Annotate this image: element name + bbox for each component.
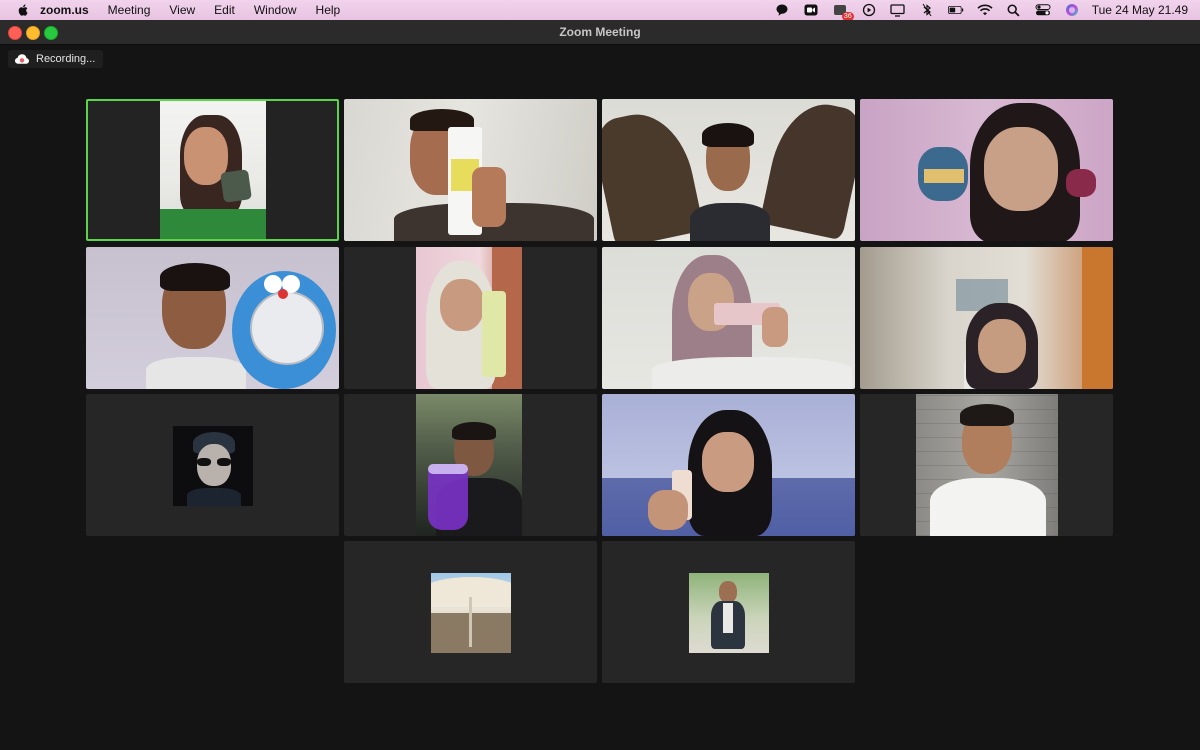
recording-label: Recording...	[36, 53, 96, 65]
menu-view[interactable]: View	[169, 0, 195, 20]
menu-bar-clock[interactable]: Tue 24 May 21.49	[1092, 3, 1188, 17]
menu-help[interactable]: Help	[316, 0, 341, 20]
window-title: Zoom Meeting	[559, 25, 641, 39]
participant-tile-14[interactable]	[602, 541, 855, 683]
display-icon[interactable]	[890, 3, 906, 17]
participant-tile-13[interactable]	[344, 541, 597, 683]
play-circle-icon[interactable]	[861, 3, 877, 17]
participant-tile-10[interactable]	[344, 394, 597, 536]
control-center-icon[interactable]	[1035, 3, 1051, 17]
participant-tile-9[interactable]	[86, 394, 339, 536]
participant-tile-4[interactable]	[860, 99, 1113, 241]
participant-video	[416, 247, 522, 389]
participant-tile-2[interactable]	[344, 99, 597, 241]
zoom-video-status-icon[interactable]	[803, 3, 819, 17]
participant-profile-picture	[431, 573, 511, 653]
participant-video	[86, 247, 339, 389]
menu-bar: zoom.us Meeting View Edit Window Help 36	[0, 0, 1200, 21]
siri-icon[interactable]	[1064, 3, 1080, 17]
notification-badge-icon[interactable]: 36	[832, 3, 854, 21]
battery-icon[interactable]	[947, 3, 964, 17]
chat-bubble-icon[interactable]	[774, 3, 790, 17]
bluetooth-icon[interactable]	[919, 3, 935, 17]
wifi-icon[interactable]	[977, 3, 993, 17]
menu-meeting[interactable]: Meeting	[108, 0, 151, 20]
participant-profile-picture	[689, 573, 769, 653]
participant-profile-picture	[173, 426, 253, 506]
apple-logo-icon[interactable]	[16, 3, 30, 17]
spotlight-search-icon[interactable]	[1006, 3, 1022, 17]
participant-tile-8[interactable]	[860, 247, 1113, 389]
cloud-recording-icon	[15, 54, 29, 64]
participant-video	[860, 99, 1113, 241]
participant-video	[344, 99, 597, 241]
participant-tile-11[interactable]	[602, 394, 855, 536]
participant-video	[602, 99, 855, 241]
participant-video	[860, 247, 1113, 389]
menu-edit[interactable]: Edit	[214, 0, 235, 20]
participant-tile-3[interactable]	[602, 99, 855, 241]
participant-video	[160, 101, 266, 239]
menu-window[interactable]: Window	[254, 0, 297, 20]
participant-tile-6[interactable]	[344, 247, 597, 389]
participant-video	[416, 394, 522, 536]
participant-video	[602, 247, 855, 389]
window-title-bar: Zoom Meeting	[0, 20, 1200, 45]
participant-video	[916, 394, 1058, 536]
participant-video	[602, 394, 855, 536]
participant-tile-1-active-speaker[interactable]	[86, 99, 339, 241]
participant-tile-5[interactable]	[86, 247, 339, 389]
participant-tile-12[interactable]	[860, 394, 1113, 536]
status-area: 36 Tue 24 May 21.49	[761, 0, 1188, 21]
participant-tile-7[interactable]	[602, 247, 855, 389]
menu-app-zoom[interactable]: zoom.us	[40, 0, 89, 20]
recording-indicator[interactable]: Recording...	[8, 50, 104, 68]
